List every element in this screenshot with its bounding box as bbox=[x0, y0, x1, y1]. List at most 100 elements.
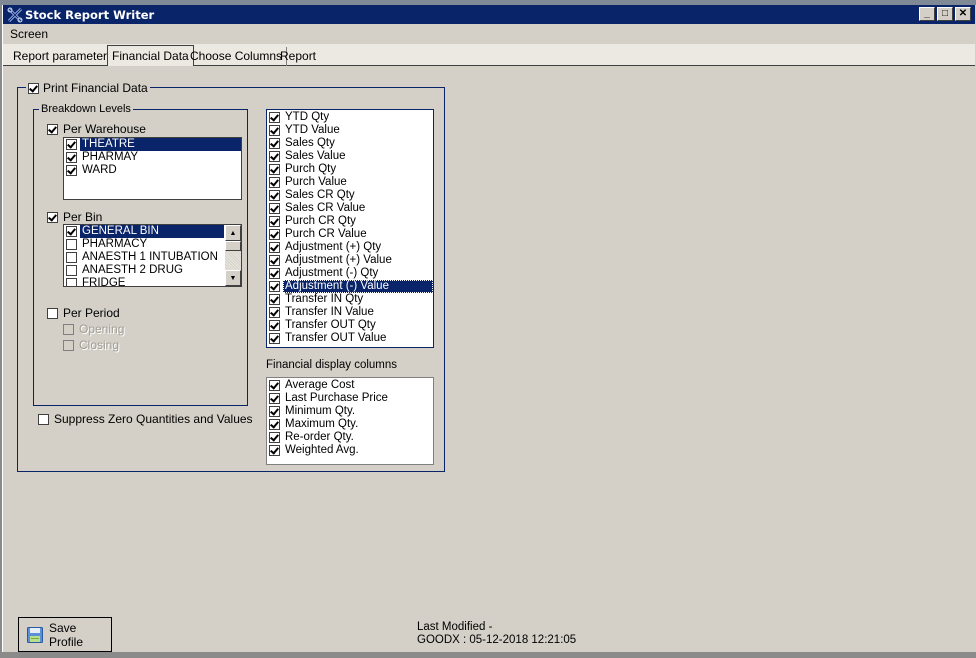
close-button[interactable]: ✕ bbox=[955, 7, 971, 21]
financial-item[interactable]: Sales CR Qty bbox=[267, 189, 433, 202]
financial-item-checkbox[interactable] bbox=[269, 151, 280, 162]
display-column-item[interactable]: Re-order Qty. bbox=[267, 431, 433, 444]
print-financial-data-checkbox[interactable] bbox=[28, 82, 39, 94]
tab-choose-columns[interactable]: Choose Columns bbox=[186, 47, 288, 66]
bin-item-checkbox[interactable] bbox=[66, 265, 77, 276]
bin-list-item[interactable]: PHARMACY bbox=[64, 238, 224, 251]
bin-item-checkbox[interactable] bbox=[66, 239, 77, 250]
display-column-label: Average Cost bbox=[285, 379, 355, 391]
financial-item[interactable]: Transfer IN Value bbox=[267, 306, 433, 319]
bin-list[interactable]: GENERAL BIN PHARMACY ANAESTH 1 INTUBATIO… bbox=[63, 224, 242, 287]
financial-item[interactable]: Transfer OUT Value bbox=[267, 332, 433, 345]
per-warehouse-row[interactable]: Per Warehouse bbox=[47, 122, 146, 136]
financial-item-checkbox[interactable] bbox=[269, 203, 280, 214]
title-bar[interactable]: Stock Report Writer _ □ ✕ bbox=[3, 5, 975, 24]
financial-item[interactable]: Purch CR Qty bbox=[267, 215, 433, 228]
warehouse-item-checkbox[interactable] bbox=[66, 165, 77, 176]
financial-item-checkbox[interactable] bbox=[269, 138, 280, 149]
financial-item-checkbox[interactable] bbox=[269, 112, 280, 123]
display-column-checkbox[interactable] bbox=[269, 406, 280, 417]
display-column-item[interactable]: Last Purchase Price bbox=[267, 392, 433, 405]
display-column-item[interactable]: Maximum Qty. bbox=[267, 418, 433, 431]
financial-item[interactable]: Purch Qty bbox=[267, 163, 433, 176]
financial-display-columns-list[interactable]: Average Cost Last Purchase Price Minimum… bbox=[266, 377, 434, 465]
warehouse-list[interactable]: THEATRE PHARMAY WARD bbox=[63, 137, 242, 200]
last-modified-label: Last Modified - bbox=[417, 621, 493, 633]
menu-screen[interactable]: Screen bbox=[3, 27, 55, 41]
bin-item-checkbox[interactable] bbox=[66, 252, 77, 263]
financial-item[interactable]: Sales Qty bbox=[267, 137, 433, 150]
suppress-zero-row[interactable]: Suppress Zero Quantities and Values bbox=[38, 412, 253, 426]
bin-list-item[interactable]: ANAESTH 2 DRUG bbox=[64, 264, 224, 277]
display-column-checkbox[interactable] bbox=[269, 445, 280, 456]
bin-item-checkbox[interactable] bbox=[66, 278, 77, 286]
financial-item-label: Sales Value bbox=[285, 150, 346, 162]
display-column-checkbox[interactable] bbox=[269, 393, 280, 404]
bin-list-item[interactable]: FRIDGE bbox=[64, 277, 224, 286]
financial-item-checkbox[interactable] bbox=[269, 190, 280, 201]
stock-report-writer-window: Stock Report Writer _ □ ✕ Screen Report … bbox=[2, 5, 976, 655]
warehouse-item-checkbox[interactable] bbox=[66, 152, 77, 163]
bin-item-checkbox[interactable] bbox=[66, 226, 77, 237]
display-column-checkbox[interactable] bbox=[269, 432, 280, 443]
financial-item-checkbox[interactable] bbox=[269, 255, 280, 266]
print-financial-data-checkbox-row[interactable]: Print Financial Data bbox=[26, 81, 150, 95]
financial-item-checkbox[interactable] bbox=[269, 333, 280, 344]
financial-item-checkbox[interactable] bbox=[269, 177, 280, 188]
warehouse-list-item[interactable]: WARD bbox=[64, 164, 241, 177]
scroll-down-button[interactable]: ▼ bbox=[225, 270, 241, 286]
financial-item[interactable]: Transfer IN Qty bbox=[267, 293, 433, 306]
scroll-thumb[interactable] bbox=[225, 241, 241, 251]
maximize-button[interactable]: □ bbox=[937, 7, 953, 21]
tab-financial-data[interactable]: Financial Data bbox=[107, 45, 194, 66]
bin-list-scrollbar[interactable]: ▲ ▼ bbox=[225, 225, 241, 286]
financial-item[interactable]: YTD Value bbox=[267, 124, 433, 137]
display-column-item[interactable]: Minimum Qty. bbox=[267, 405, 433, 418]
financial-item-checkbox[interactable] bbox=[269, 281, 280, 292]
display-column-item[interactable]: Average Cost bbox=[267, 379, 433, 392]
save-profile-button[interactable]: Save Profile bbox=[18, 617, 112, 652]
warehouse-list-item[interactable]: THEATRE bbox=[64, 138, 241, 151]
financial-item[interactable]: Adjustment (-) Value bbox=[267, 280, 433, 293]
bin-list-item[interactable]: ANAESTH 1 INTUBATION bbox=[64, 251, 224, 264]
bin-list-item[interactable]: GENERAL BIN bbox=[64, 225, 224, 238]
financial-item[interactable]: Purch Value bbox=[267, 176, 433, 189]
per-period-checkbox[interactable] bbox=[47, 307, 58, 319]
display-column-checkbox[interactable] bbox=[269, 380, 280, 391]
financial-item-checkbox[interactable] bbox=[269, 229, 280, 240]
financial-item[interactable]: Adjustment (+) Qty bbox=[267, 241, 433, 254]
financial-item[interactable]: Transfer OUT Qty bbox=[267, 319, 433, 332]
financial-item-checkbox[interactable] bbox=[269, 307, 280, 318]
scroll-up-button[interactable]: ▲ bbox=[225, 225, 241, 241]
suppress-zero-label: Suppress Zero Quantities and Values bbox=[54, 412, 253, 426]
per-period-row[interactable]: Per Period bbox=[47, 306, 120, 320]
financial-item[interactable]: Purch CR Value bbox=[267, 228, 433, 241]
financial-item-label: Purch Value bbox=[285, 176, 347, 188]
financial-item-label: Sales CR Qty bbox=[285, 189, 355, 201]
financial-item-checkbox[interactable] bbox=[269, 294, 280, 305]
financial-item[interactable]: Sales CR Value bbox=[267, 202, 433, 215]
financial-item-checkbox[interactable] bbox=[269, 268, 280, 279]
tab-report[interactable]: Report bbox=[276, 47, 320, 66]
suppress-zero-checkbox[interactable] bbox=[38, 413, 49, 425]
warehouse-list-item[interactable]: PHARMAY bbox=[64, 151, 241, 164]
per-bin-row[interactable]: Per Bin bbox=[47, 210, 102, 224]
financial-item[interactable]: Sales Value bbox=[267, 150, 433, 163]
tab-report-parameters[interactable]: Report parameters bbox=[9, 47, 117, 66]
minimize-button[interactable]: _ bbox=[919, 7, 935, 21]
financial-item-checkbox[interactable] bbox=[269, 125, 280, 136]
warehouse-item-checkbox[interactable] bbox=[66, 139, 77, 150]
window-title: Stock Report Writer bbox=[25, 7, 155, 22]
display-column-checkbox[interactable] bbox=[269, 419, 280, 430]
financial-item-checkbox[interactable] bbox=[269, 320, 280, 331]
per-warehouse-checkbox[interactable] bbox=[47, 123, 58, 135]
financial-item[interactable]: YTD Qty bbox=[267, 111, 433, 124]
financial-item-checkbox[interactable] bbox=[269, 216, 280, 227]
financial-item-checkbox[interactable] bbox=[269, 164, 280, 175]
display-column-item[interactable]: Weighted Avg. bbox=[267, 444, 433, 457]
per-bin-checkbox[interactable] bbox=[47, 211, 58, 223]
financial-item[interactable]: Adjustment (+) Value bbox=[267, 254, 433, 267]
financial-item-checkbox[interactable] bbox=[269, 242, 280, 253]
financial-item[interactable]: Adjustment (-) Qty bbox=[267, 267, 433, 280]
financial-items-list[interactable]: YTD Qty YTD Value Sales Qty Sales Value … bbox=[266, 109, 434, 348]
